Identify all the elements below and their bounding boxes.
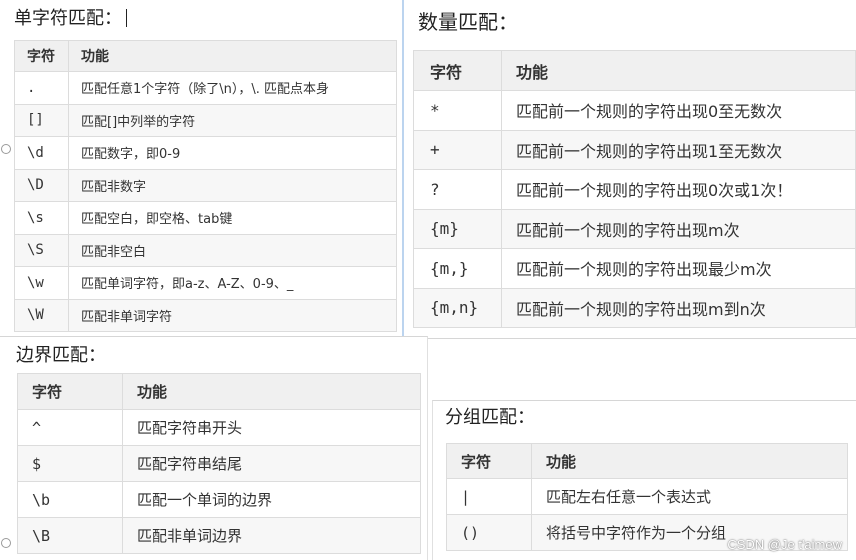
- watermark: CSDN @Je t'aimew: [727, 537, 842, 552]
- char-cell: \d: [14, 136, 69, 170]
- function-cell: 匹配前一个规则的字符出现0至无数次: [501, 90, 856, 131]
- quantity-panel: 数量匹配： 字符 功能 * 匹配前一个规则的字符出现0至无数次 + 匹配前一个规则的…: [402, 0, 856, 339]
- table-row: $ 匹配字符串结尾: [17, 445, 421, 482]
- single-char-panel: 单字符匹配： 字符 功能 . 匹配任意1个字符（除了\n），\. 匹配点本身 []…: [0, 0, 402, 336]
- table-row: . 匹配任意1个字符（除了\n），\. 匹配点本身: [14, 71, 397, 105]
- char-cell: \w: [14, 266, 69, 300]
- table-row: ? 匹配前一个规则的字符出现0次或1次！: [413, 169, 856, 210]
- char-cell: \B: [17, 517, 123, 554]
- char-cell: \D: [14, 168, 69, 202]
- function-cell: 匹配字符串结尾: [122, 445, 421, 482]
- table-row: \b 匹配一个单词的边界: [17, 481, 421, 518]
- char-cell: (): [446, 514, 532, 551]
- function-cell: 匹配数字，即0-9: [68, 136, 397, 170]
- table-row: {m} 匹配前一个规则的字符出现m次: [413, 208, 856, 249]
- function-cell: 匹配非单词字符: [68, 298, 397, 332]
- group-table: 字符 功能 | 匹配左右任意一个表达式 () 将括号中字符作为一个分组: [446, 443, 848, 551]
- char-cell: .: [14, 71, 69, 105]
- char-cell: \b: [17, 481, 123, 518]
- column-header-function: 功能: [531, 443, 848, 479]
- function-cell: 匹配一个单词的边界: [122, 481, 421, 518]
- table-row: \S 匹配非空白: [14, 233, 397, 267]
- text-cursor: [126, 9, 127, 27]
- function-cell: 匹配单词字符，即a-z、A-Z、0-9、_: [68, 266, 397, 300]
- table-row: \D 匹配非数字: [14, 168, 397, 202]
- resize-handle[interactable]: [1, 144, 11, 154]
- table-row: {m,n} 匹配前一个规则的字符出现m到n次: [413, 287, 856, 328]
- table-row: {m,} 匹配前一个规则的字符出现最少m次: [413, 248, 856, 289]
- table-row: \s 匹配空白，即空格、tab键: [14, 201, 397, 235]
- table-row: ^ 匹配字符串开头: [17, 409, 421, 446]
- char-cell: +: [413, 129, 502, 170]
- char-cell: ^: [17, 409, 123, 446]
- char-cell: $: [17, 445, 123, 482]
- function-cell: 匹配前一个规则的字符出现最少m次: [501, 248, 856, 289]
- column-header-char: 字符: [446, 443, 532, 479]
- table-row: | 匹配左右任意一个表达式: [446, 478, 848, 515]
- char-cell: {m,}: [413, 248, 502, 289]
- function-cell: 匹配非数字: [68, 168, 397, 202]
- single-char-title: 单字符匹配：: [14, 4, 127, 30]
- boundary-panel: 边界匹配： 字符 功能 ^ 匹配字符串开头 $ 匹配字符串结尾 \b 匹配一个单词的边…: [0, 336, 428, 560]
- function-cell: 匹配任意1个字符（除了\n），\. 匹配点本身: [68, 71, 397, 105]
- char-cell: {m}: [413, 208, 502, 249]
- column-header-function: 功能: [501, 50, 856, 91]
- function-cell: 匹配前一个规则的字符出现1至无数次: [501, 129, 856, 170]
- table-row: \d 匹配数字，即0-9: [14, 136, 397, 170]
- column-header-function: 功能: [122, 373, 421, 410]
- char-cell: {m,n}: [413, 287, 502, 328]
- quantity-table: 字符 功能 * 匹配前一个规则的字符出现0至无数次 + 匹配前一个规则的字符出现1至…: [413, 50, 856, 328]
- function-cell: 匹配左右任意一个表达式: [531, 478, 848, 515]
- group-title: 分组匹配：: [445, 407, 535, 428]
- quantity-title: 数量匹配：: [418, 10, 518, 34]
- column-header-char: 字符: [14, 40, 69, 72]
- group-panel: 分组匹配： 字符 功能 | 匹配左右任意一个表达式 () 将括号中字符作为一个分组: [432, 400, 856, 560]
- char-cell: *: [413, 90, 502, 131]
- char-cell: \W: [14, 298, 69, 332]
- char-cell: []: [14, 103, 69, 137]
- resize-handle[interactable]: [1, 538, 11, 548]
- table-row: + 匹配前一个规则的字符出现1至无数次: [413, 129, 856, 170]
- function-cell: 匹配空白，即空格、tab键: [68, 201, 397, 235]
- char-cell: ?: [413, 169, 502, 210]
- char-cell: \s: [14, 201, 69, 235]
- table-row: \W 匹配非单词字符: [14, 298, 397, 332]
- table-row: [] 匹配[]中列举的字符: [14, 103, 397, 137]
- boundary-title: 边界匹配：: [16, 345, 106, 366]
- column-header-char: 字符: [17, 373, 123, 410]
- function-cell: 匹配前一个规则的字符出现m次: [501, 208, 856, 249]
- column-header-function: 功能: [68, 40, 397, 72]
- table-row: * 匹配前一个规则的字符出现0至无数次: [413, 90, 856, 131]
- function-cell: 匹配前一个规则的字符出现0次或1次！: [501, 169, 856, 210]
- function-cell: 匹配前一个规则的字符出现m到n次: [501, 287, 856, 328]
- function-cell: 匹配字符串开头: [122, 409, 421, 446]
- function-cell: 匹配非单词边界: [122, 517, 421, 554]
- boundary-table: 字符 功能 ^ 匹配字符串开头 $ 匹配字符串结尾 \b 匹配一个单词的边界 \B 匹配…: [17, 373, 421, 554]
- column-header-char: 字符: [413, 50, 502, 91]
- function-cell: 匹配[]中列举的字符: [68, 103, 397, 137]
- function-cell: 匹配非空白: [68, 233, 397, 267]
- char-cell: \S: [14, 233, 69, 267]
- table-row: \B 匹配非单词边界: [17, 517, 421, 554]
- table-row: \w 匹配单词字符，即a-z、A-Z、0-9、_: [14, 266, 397, 300]
- char-cell: |: [446, 478, 532, 515]
- single-char-table: 字符 功能 . 匹配任意1个字符（除了\n），\. 匹配点本身 [] 匹配[]中列举…: [14, 40, 397, 332]
